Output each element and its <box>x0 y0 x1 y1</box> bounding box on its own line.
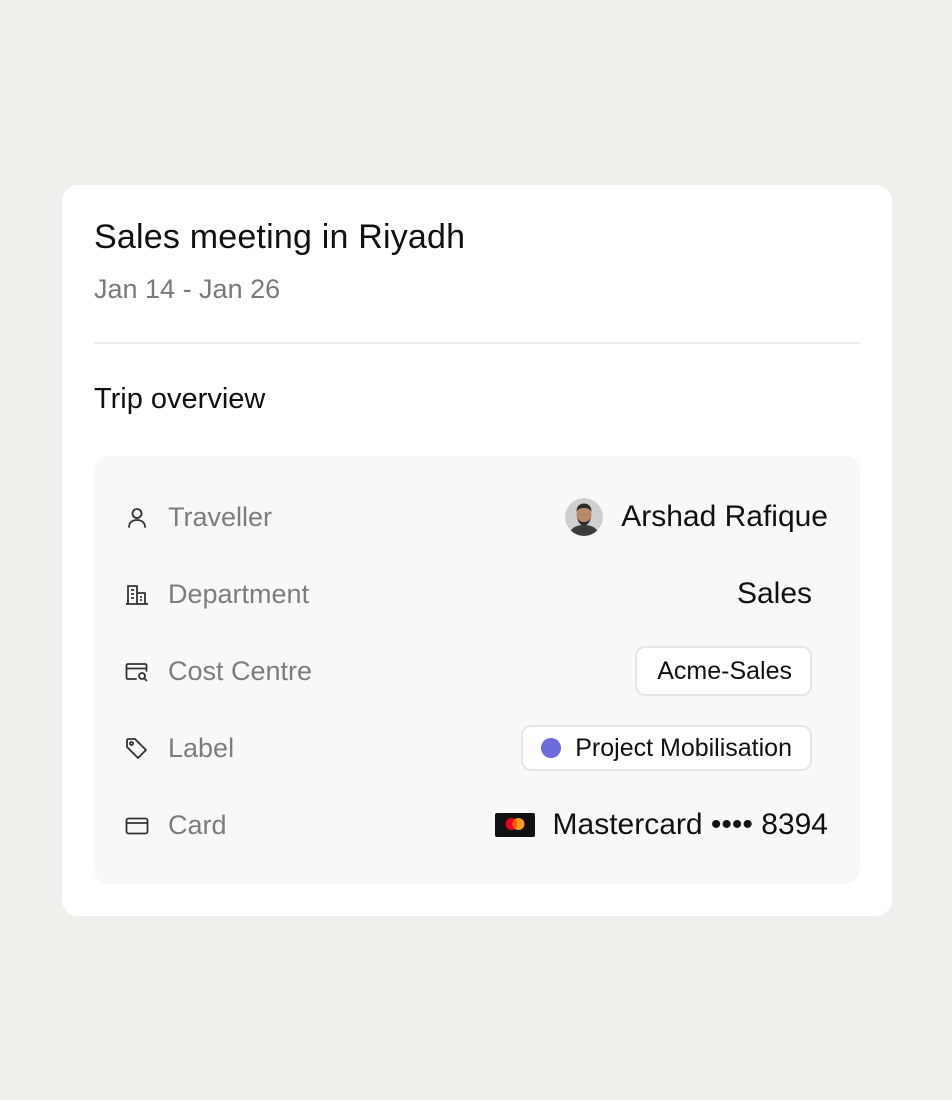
tag-icon <box>124 736 150 762</box>
trip-dates: Jan 14 - Jan 26 <box>94 274 281 304</box>
row-label-department: Department <box>168 579 310 609</box>
cost-centre-value: Acme-Sales <box>635 646 812 696</box>
row-label-cost-centre: Cost Centre <box>168 656 313 686</box>
mastercard-logo <box>494 813 535 837</box>
trip-card: Sales meeting in Riyadh Jan 14 - Jan 26 … <box>62 185 892 916</box>
row-label: Label Project Mobilisation <box>94 725 860 771</box>
avatar <box>565 498 604 536</box>
label-text: Project Mobilisation <box>575 733 792 762</box>
traveller-value[interactable]: Arshad Rafique <box>565 495 828 539</box>
department-name: Sales <box>736 577 812 610</box>
label-value: Project Mobilisation <box>521 725 812 771</box>
department-value: Sales <box>737 572 812 616</box>
section-title-trip-overview: Trip overview <box>94 383 266 415</box>
divider <box>94 342 860 344</box>
row-department: Department Sales <box>94 572 860 616</box>
row-traveller: Traveller Arshad Rafique <box>94 495 860 539</box>
trip-title: Sales meeting in Riyadh <box>94 218 466 256</box>
trip-details-panel: Traveller Arshad Rafique Department Sale… <box>94 456 860 884</box>
traveller-name: Arshad Rafique <box>621 500 828 533</box>
card-value[interactable]: Mastercard •••• 8394 <box>494 803 828 847</box>
cost-centre-pill[interactable]: Acme-Sales <box>635 646 812 696</box>
person-icon <box>124 505 150 531</box>
cost-centre-text: Acme-Sales <box>657 656 792 685</box>
row-card: Card Mastercard •••• 8394 <box>94 803 860 847</box>
row-label-label: Label <box>168 733 235 763</box>
row-cost-centre: Cost Centre Acme-Sales <box>94 646 860 696</box>
building-icon <box>124 582 150 608</box>
row-label-traveller: Traveller <box>168 502 273 532</box>
label-color-dot <box>541 738 562 758</box>
card-number: Mastercard •••• 8394 <box>552 808 828 841</box>
row-label-card: Card <box>168 810 227 840</box>
credit-card-icon <box>124 813 150 839</box>
cost-centre-icon <box>124 659 150 685</box>
label-pill[interactable]: Project Mobilisation <box>521 725 812 771</box>
